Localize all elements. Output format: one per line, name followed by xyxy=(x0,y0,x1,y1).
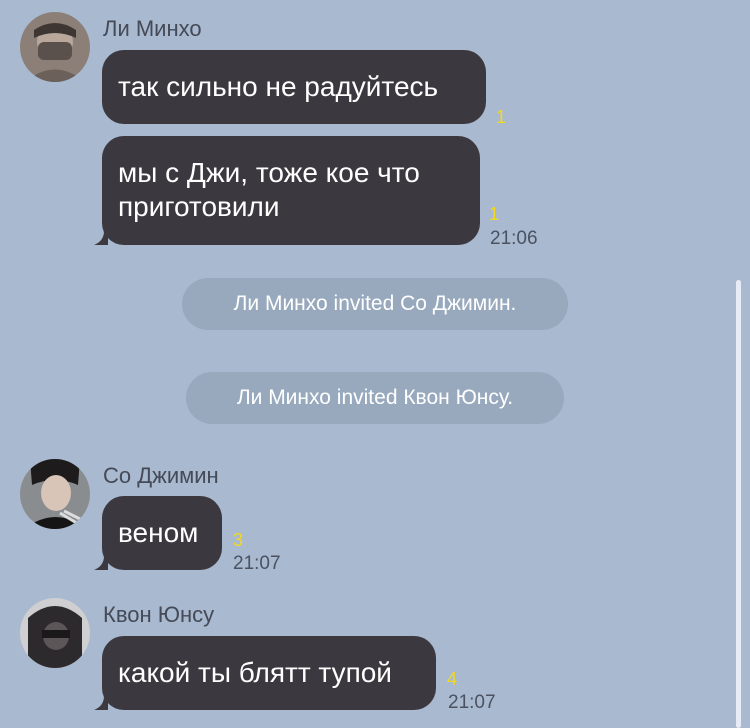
message-bubble[interactable]: так сильно не радуйтесь xyxy=(102,50,486,124)
message-text-line: мы с Джи, тоже кое что xyxy=(118,157,420,188)
bubble-tail xyxy=(94,556,108,570)
avatar-photo-icon xyxy=(20,459,90,529)
scrollbar[interactable] xyxy=(736,280,741,728)
sender-name: Со Джимин xyxy=(103,463,219,488)
message-text: какой ты блятт тупой xyxy=(118,657,392,688)
avatar-li-minho[interactable] xyxy=(20,12,90,82)
message-text: веном xyxy=(118,517,199,548)
sender-name: Квон Юнсу xyxy=(103,602,215,627)
reaction-count: 1 xyxy=(496,107,507,127)
message-bubble[interactable]: какой ты блятт тупой xyxy=(102,636,436,710)
bubble-tail xyxy=(94,696,108,710)
sender-name: Ли Минхо xyxy=(103,16,202,41)
message-timestamp: 21:06 xyxy=(490,228,538,249)
bubble-tail xyxy=(94,231,108,245)
message-text-line: приготовили xyxy=(118,191,280,222)
avatar-photo-icon xyxy=(20,12,90,82)
message-bubble[interactable]: веном xyxy=(102,496,222,570)
reaction-count: 3 xyxy=(233,530,244,550)
message-timestamp: 21:07 xyxy=(233,553,281,574)
reaction-count: 1 xyxy=(489,204,500,224)
avatar-kwon-yunsu[interactable] xyxy=(20,598,90,668)
reaction-count: 4 xyxy=(447,669,458,689)
system-message-pill: Ли Минхо invited Квон Юнсу. xyxy=(186,372,564,424)
message-bubble[interactable]: мы с Джи, тоже кое что приготовили xyxy=(102,136,480,245)
avatar-photo-icon xyxy=(20,598,90,668)
avatar-so-jimin[interactable] xyxy=(20,459,90,529)
system-message-pill: Ли Минхо invited Со Джимин. xyxy=(182,278,568,330)
message-text: так сильно не радуйтесь xyxy=(118,71,439,102)
message-timestamp: 21:07 xyxy=(448,692,496,713)
